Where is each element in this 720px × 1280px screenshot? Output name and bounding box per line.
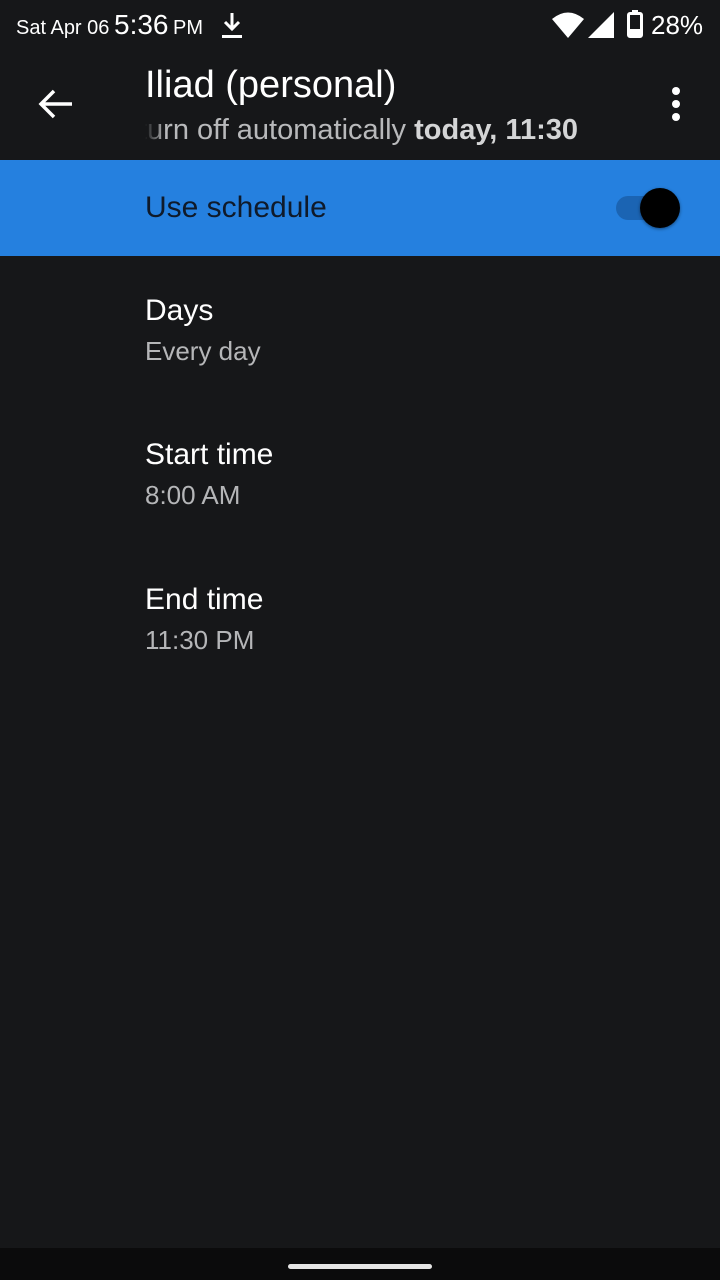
signal-icon [588, 12, 614, 38]
subtitle-bold: today, 11:30 [414, 114, 578, 146]
screen: Sat Apr 06 5:36 PM 28% Iliad (personal) … [0, 0, 720, 1280]
subtitle-prefix: turn off automatically [145, 114, 415, 146]
subtitle-fade-right [599, 114, 625, 154]
end-time-preference[interactable]: End time 11:30 PM [0, 545, 720, 689]
download-icon [222, 13, 242, 38]
days-title: Days [145, 294, 214, 327]
toggle-thumb [640, 188, 680, 228]
navigation-bar [0, 1248, 720, 1280]
back-button[interactable] [28, 80, 84, 128]
use-schedule-toggle[interactable] [614, 187, 684, 229]
battery-icon [627, 10, 643, 38]
status-time: 5:36 [114, 9, 169, 40]
status-ampm: PM [173, 17, 203, 39]
more-options-button[interactable] [656, 80, 696, 128]
battery-percent: 28% [651, 10, 704, 40]
start-time-preference[interactable]: Start time 8:00 AM [0, 400, 720, 544]
status-date: Sat Apr 06 [16, 17, 110, 39]
end-time-title: End time [145, 583, 264, 616]
start-time-summary: 8:00 AM [145, 480, 241, 510]
end-time-summary: 11:30 PM [145, 625, 255, 655]
subtitle-text: turn off automatically today, 11:30 [145, 114, 578, 147]
days-summary: Every day [145, 336, 261, 366]
status-bar: Sat Apr 06 5:36 PM 28% [0, 0, 720, 52]
use-schedule-switch-bar[interactable]: Use schedule [0, 160, 720, 256]
subtitle-fade-left [145, 114, 165, 154]
page-title: Iliad (personal) [145, 64, 397, 106]
home-handle[interactable] [288, 1264, 432, 1269]
start-time-title: Start time [145, 438, 274, 471]
back-arrow-icon [38, 89, 72, 119]
use-schedule-label: Use schedule [145, 191, 327, 224]
wifi-icon [552, 12, 584, 38]
days-preference[interactable]: Days Every day [0, 256, 720, 400]
page-subtitle: turn off automatically today, 11:30 [145, 114, 625, 154]
app-bar: Iliad (personal) turn off automatically … [0, 52, 720, 160]
more-vert-icon [672, 87, 680, 121]
